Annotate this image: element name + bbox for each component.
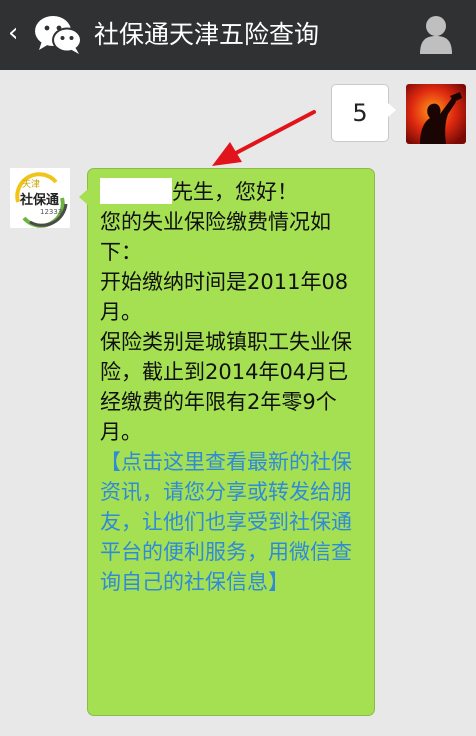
bot-message-bubble[interactable]: 先生，您好！ 您的失业保险缴费情况如下： 开始缴纳时间是2011年08月。 保险…: [79, 168, 375, 716]
greeting-line: 先生，您好！: [100, 177, 362, 207]
user-message-bubble[interactable]: 5: [331, 84, 396, 142]
logo-text-tianjin: 天津: [22, 179, 40, 190]
shebaotong-logo-icon: 天津 社保通 12333: [10, 168, 70, 228]
logo-text-shebaotong: 社保通: [19, 192, 59, 208]
back-button[interactable]: ‹: [8, 18, 26, 48]
user-message-text: 5: [352, 99, 368, 127]
bot-avatar[interactable]: 天津 社保通 12333: [10, 168, 70, 228]
logo-text-12333: 12333: [40, 208, 62, 216]
intro-line: 您的失业保险缴费情况如下：: [100, 210, 331, 264]
wechat-logo-icon: [35, 16, 82, 54]
greeting-text: 先生，您好！: [172, 180, 298, 204]
bot-message-text: 先生，您好！ 您的失业保险缴费情况如下： 开始缴纳时间是2011年08月。 保险…: [100, 177, 362, 597]
contact-profile-icon[interactable]: [418, 14, 454, 54]
title-bar: ‹ 社保通天津五险查询: [0, 0, 476, 70]
chat-title: 社保通天津五险查询: [94, 20, 320, 49]
user-avatar-image: [406, 84, 466, 144]
insurance-type-line: 保险类别是城镇职工失业保险，截止到2014年04月已经缴费的年限有2年零9个月。: [100, 330, 352, 444]
start-date-line: 开始缴纳时间是2011年08月。: [100, 270, 349, 324]
user-avatar[interactable]: [406, 84, 466, 144]
redacted-name: [100, 178, 172, 204]
news-link[interactable]: 【点击这里查看最新的社保资讯，请您分享或转发给朋友，让他们也享受到社保通平台的便…: [100, 447, 362, 597]
